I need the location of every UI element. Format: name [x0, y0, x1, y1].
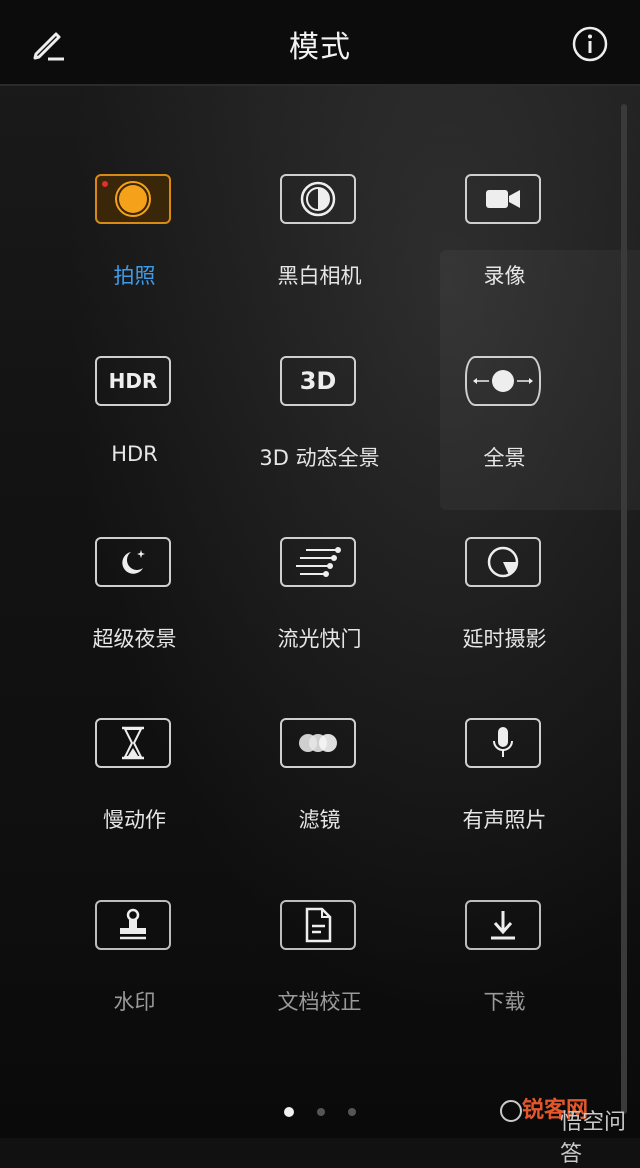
mode-panorama[interactable]: 全景 [412, 356, 597, 516]
mode-label: 全景 [483, 446, 526, 470]
microphone-icon [465, 718, 541, 768]
mode-watermark[interactable]: 水印 [42, 900, 227, 1060]
mode-3d-panorama[interactable]: 3D 3D 动态全景 [227, 356, 412, 516]
filter-icon [280, 718, 356, 768]
mode-time-lapse[interactable]: 延时摄影 [412, 537, 597, 697]
mode-hdr[interactable]: HDR HDR [42, 356, 227, 516]
light-painting-icon [280, 537, 356, 587]
hourglass-icon [95, 718, 171, 768]
mode-label: HDR [111, 442, 158, 466]
mode-label: 3D 动态全景 [259, 446, 380, 470]
time-lapse-icon [465, 537, 541, 587]
page-dot-active[interactable] [283, 1106, 294, 1117]
3d-icon-text: 3D [299, 367, 337, 395]
hdr-icon-text: HDR [108, 369, 158, 393]
mode-label: 滤镜 [298, 808, 341, 832]
mode-monochrome[interactable]: 黑白相机 [227, 174, 412, 334]
mode-video[interactable]: 录像 [412, 174, 597, 334]
mode-download[interactable]: 下载 [412, 900, 597, 1060]
mode-label: 慢动作 [103, 808, 166, 832]
mode-light-painting[interactable]: 流光快门 [227, 537, 412, 697]
mode-label: 水印 [113, 990, 156, 1014]
mode-grid: 拍照 黑白相机 录像 HDR HDR 3D 3D 动态全景 全景 超级夜景 流光… [0, 0, 620, 1080]
mode-label: 文档校正 [277, 990, 362, 1014]
panorama-icon [465, 356, 541, 406]
video-camera-icon [465, 174, 541, 224]
mode-label: 黑白相机 [277, 264, 362, 288]
mode-label: 录像 [483, 264, 526, 288]
monochrome-icon [280, 174, 356, 224]
scrollbar[interactable] [621, 104, 627, 1114]
mode-filter[interactable]: 滤镜 [227, 718, 412, 878]
hdr-icon: HDR [95, 356, 171, 406]
night-icon [95, 537, 171, 587]
mode-label: 流光快门 [277, 627, 362, 651]
photo-icon [95, 174, 171, 224]
mode-label: 延时摄影 [462, 627, 547, 651]
download-icon [465, 900, 541, 950]
stamp-icon [95, 900, 171, 950]
mode-label: 有声照片 [462, 808, 547, 832]
mode-label: 下载 [483, 990, 526, 1014]
mode-label: 拍照 [113, 264, 156, 288]
watermark-sub: 悟空问答 [560, 1110, 627, 1167]
site-watermark: 锐客网 悟空问答 [500, 1092, 636, 1167]
mode-photo[interactable]: 拍照 [42, 174, 227, 334]
watermark-logo-icon [500, 1100, 522, 1122]
mode-night[interactable]: 超级夜景 [42, 537, 227, 697]
mode-document-correction[interactable]: 文档校正 [227, 900, 412, 1060]
document-icon [280, 900, 356, 950]
page-dot[interactable] [348, 1107, 357, 1116]
mode-audio-photo[interactable]: 有声照片 [412, 718, 597, 878]
mode-slow-motion[interactable]: 慢动作 [42, 718, 227, 878]
mode-label: 超级夜景 [92, 627, 177, 651]
page-dot[interactable] [317, 1107, 325, 1116]
3d-panorama-icon: 3D [280, 356, 356, 406]
